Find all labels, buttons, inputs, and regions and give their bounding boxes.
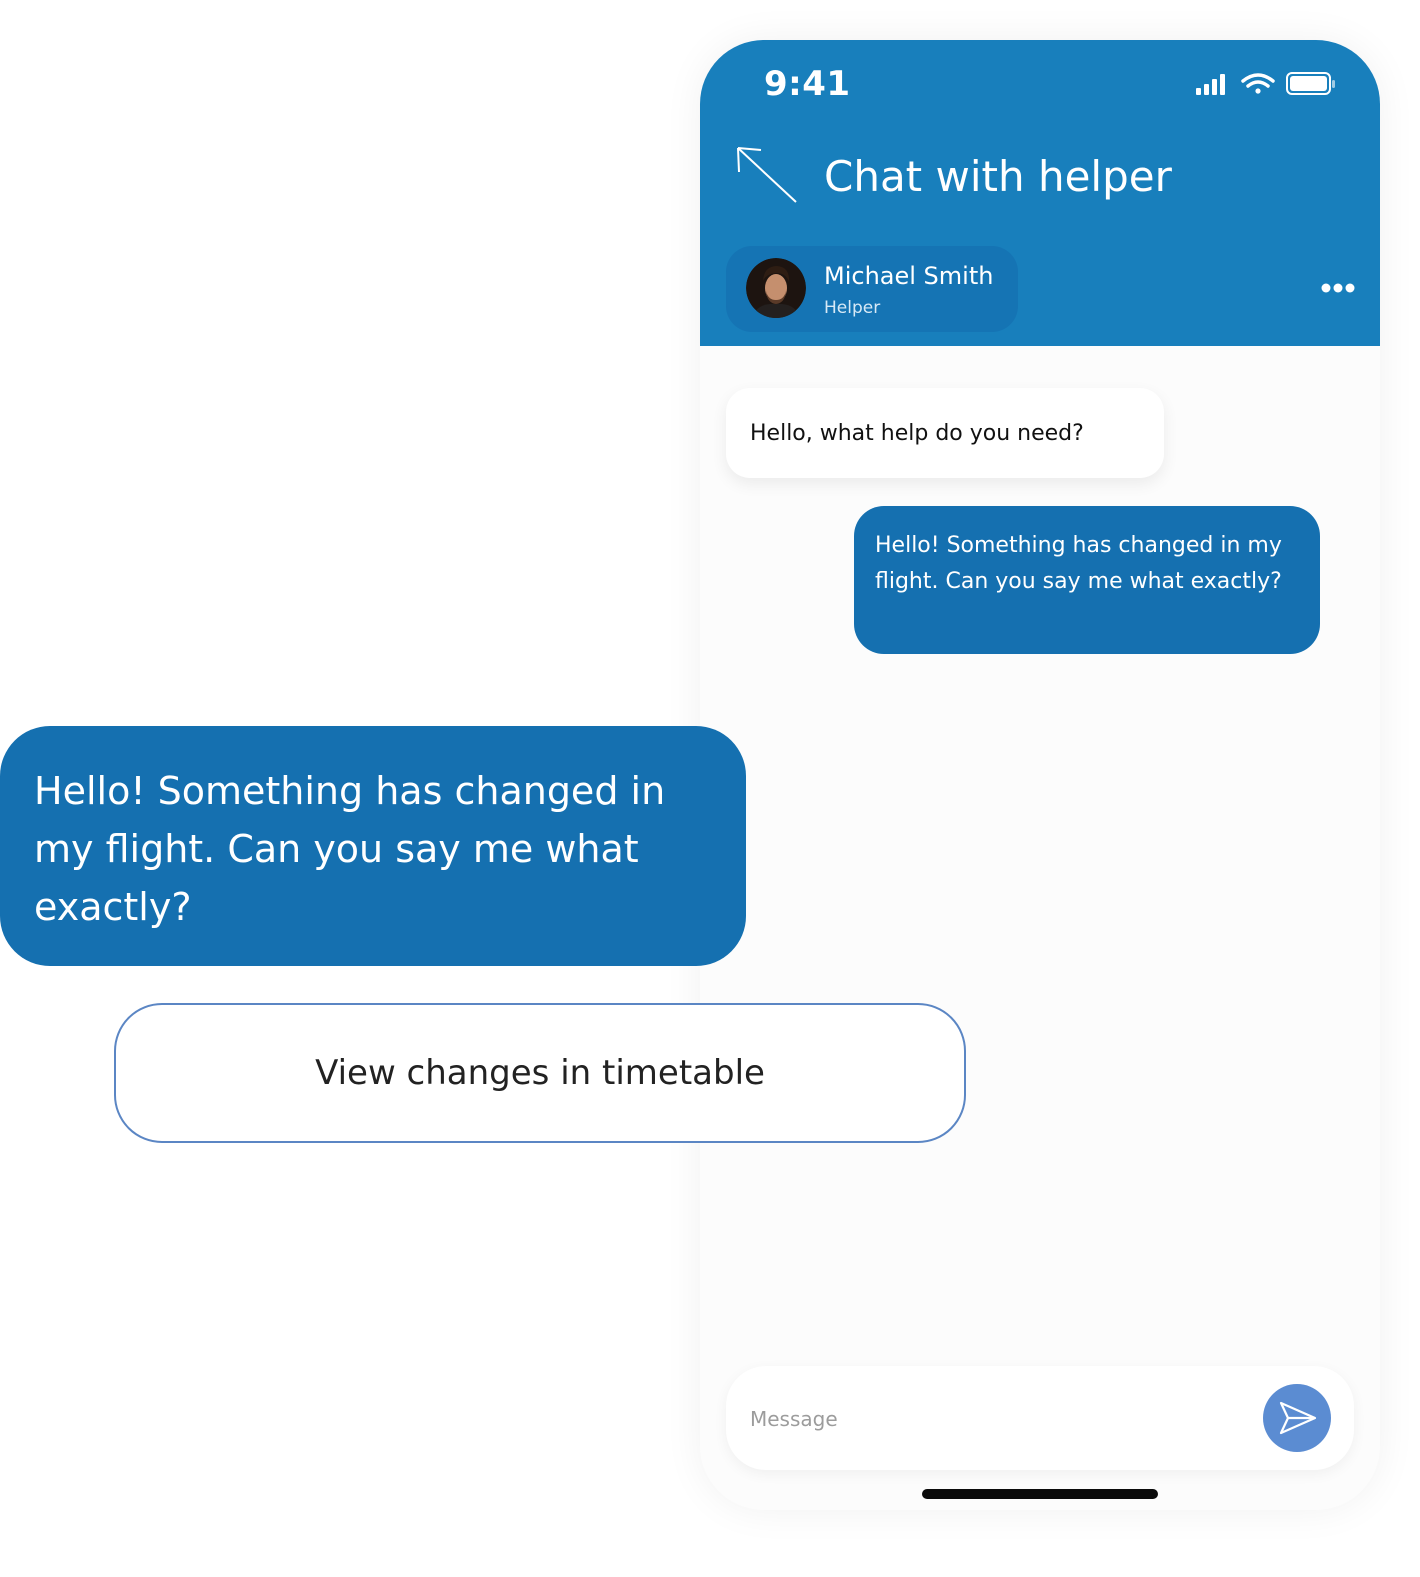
more-options-icon[interactable] xyxy=(1320,278,1356,298)
chat-header: 9:41 Chat with helper Michael Smith Help… xyxy=(700,40,1380,346)
signal-icon xyxy=(1196,74,1225,95)
phone-screen: 9:41 Chat with helper Michael Smith Help… xyxy=(700,40,1380,1510)
status-time: 9:41 xyxy=(764,64,851,104)
contact-chip[interactable]: Michael Smith Helper xyxy=(726,246,1018,332)
wifi-icon xyxy=(1241,73,1275,94)
avatar xyxy=(746,258,806,318)
contact-name: Michael Smith xyxy=(824,262,994,290)
battery-icon xyxy=(1286,72,1335,95)
incoming-message: Hello, what help do you need? xyxy=(726,388,1164,478)
view-changes-button[interactable]: View changes in timetable xyxy=(114,1003,966,1143)
outgoing-message: Hello! Something has changed in my fligh… xyxy=(854,506,1320,654)
send-button[interactable] xyxy=(1263,1384,1331,1452)
send-icon xyxy=(1279,1401,1317,1435)
message-input[interactable] xyxy=(748,1398,1232,1440)
highlighted-message: Hello! Something has changed in my fligh… xyxy=(0,726,746,966)
status-icons xyxy=(1196,70,1336,100)
page-title: Chat with helper xyxy=(824,152,1172,201)
back-arrow-icon[interactable] xyxy=(734,144,800,204)
message-composer xyxy=(726,1366,1354,1470)
contact-role: Helper xyxy=(824,298,881,318)
home-indicator xyxy=(922,1489,1158,1499)
